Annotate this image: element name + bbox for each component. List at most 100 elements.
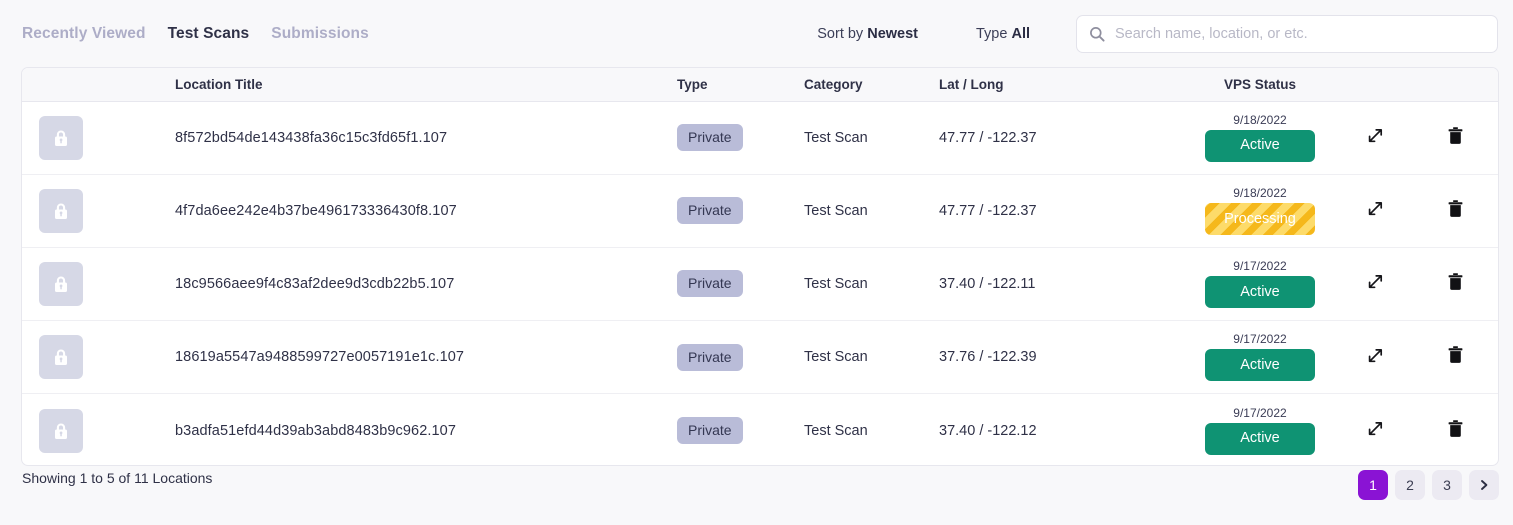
location-thumbnail xyxy=(39,115,83,160)
test-scans-page: Recently Viewed Test Scans Submissions S… xyxy=(0,0,1513,525)
type-filter-control[interactable]: Type All xyxy=(976,26,1030,42)
table-header-row: Location Title Type Category Lat / Long … xyxy=(22,68,1498,102)
row-type-cell: Private xyxy=(671,173,800,248)
trash-icon xyxy=(1448,419,1462,437)
lock-icon xyxy=(55,349,67,366)
table-row[interactable]: b3adfa51efd44d39ab3abd8483b9c962.107 Priv… xyxy=(22,393,1498,465)
row-expand-cell xyxy=(1340,393,1410,465)
type-filter-value: All xyxy=(1011,26,1030,42)
row-category: Test Scan xyxy=(800,173,935,248)
expand-icon xyxy=(1368,202,1382,216)
tab-recently-viewed[interactable]: Recently Viewed xyxy=(22,25,146,43)
row-expand-cell xyxy=(1340,173,1410,248)
tab-submissions[interactable]: Submissions xyxy=(271,25,369,43)
row-vps-cell: 9/18/2022 Active xyxy=(1180,101,1340,174)
row-vps-cell: 9/18/2022 Processing xyxy=(1180,173,1340,248)
row-delete-cell xyxy=(1410,246,1498,321)
location-thumbnail xyxy=(39,335,83,380)
type-badge: Private xyxy=(677,124,743,152)
delete-button[interactable] xyxy=(1446,345,1465,365)
expand-button[interactable] xyxy=(1366,272,1385,291)
chevron-right-icon xyxy=(1481,480,1488,490)
expand-icon xyxy=(1368,422,1382,436)
column-header-vps-status: VPS Status xyxy=(1180,68,1340,102)
trash-icon xyxy=(1448,346,1462,364)
row-category: Test Scan xyxy=(804,129,868,146)
sort-by-control[interactable]: Sort by Newest xyxy=(817,26,918,42)
lock-icon xyxy=(55,276,67,292)
location-thumbnail xyxy=(39,408,83,453)
row-thumbnail-cell xyxy=(22,173,159,248)
lock-icon xyxy=(55,203,67,219)
pagination: 1 2 3 xyxy=(1358,470,1499,500)
vps-status-badge: Active xyxy=(1205,129,1315,162)
row-lat-long: 47.77 / -122.37 xyxy=(939,129,1037,146)
delete-button[interactable] xyxy=(1446,272,1465,292)
vps-status-badge: Active xyxy=(1205,422,1315,455)
lock-icon xyxy=(55,423,67,439)
locations-table: Location Title Type Category Lat / Long … xyxy=(22,68,1498,465)
type-filter-label: Type xyxy=(976,26,1008,42)
location-thumbnail xyxy=(39,188,83,233)
type-badge: Private xyxy=(677,270,743,298)
row-category: Test Scan xyxy=(800,246,935,321)
table-row[interactable]: 18c9566aee9f4c83af2dee9d3cdb22b5.107 Priv… xyxy=(22,246,1498,321)
row-delete-cell xyxy=(1410,173,1498,248)
row-expand-cell xyxy=(1340,320,1410,394)
row-lat-long: 37.40 / -122.12 xyxy=(935,393,1180,465)
expand-button[interactable] xyxy=(1366,126,1385,145)
lock-icon xyxy=(55,130,67,146)
column-header-type: Type xyxy=(671,68,800,102)
row-location-title: 18619a5547a9488599727e0057191e1c.107 xyxy=(159,320,671,394)
delete-button[interactable] xyxy=(1446,126,1465,146)
expand-button[interactable] xyxy=(1366,199,1385,218)
row-thumbnail-cell xyxy=(22,320,159,394)
vps-date: 9/17/2022 xyxy=(1233,332,1287,347)
expand-button[interactable] xyxy=(1366,346,1385,365)
table-header: Location Title Type Category Lat / Long … xyxy=(22,68,1498,102)
locations-table-card: Location Title Type Category Lat / Long … xyxy=(21,67,1499,466)
vps-date: 9/17/2022 xyxy=(1233,258,1287,273)
page-button-2[interactable]: 2 xyxy=(1395,470,1425,500)
column-header-thumbnail xyxy=(22,68,159,102)
delete-button[interactable] xyxy=(1446,199,1465,219)
page-button-3[interactable]: 3 xyxy=(1432,470,1462,500)
row-location-title: 4f7da6ee242e4b37be496173336430f8.107 xyxy=(159,173,671,248)
row-expand-cell xyxy=(1340,101,1410,174)
table-row[interactable]: 8f572bd54de143438fa36c15c3fd65f1.107 Priv… xyxy=(22,101,1498,174)
search-input[interactable] xyxy=(1115,26,1485,42)
trash-icon xyxy=(1448,126,1462,144)
row-lat-long: 37.40 / -122.11 xyxy=(935,246,1180,321)
top-bar: Recently Viewed Test Scans Submissions S… xyxy=(0,0,1513,68)
row-thumbnail-cell xyxy=(22,246,159,321)
row-location-title: b3adfa51efd44d39ab3abd8483b9c962.107 xyxy=(159,393,671,465)
row-type-cell: Private xyxy=(671,246,800,321)
tab-test-scans[interactable]: Test Scans xyxy=(168,25,250,43)
table-row[interactable]: 4f7da6ee242e4b37be496173336430f8.107 Priv… xyxy=(22,173,1498,248)
column-header-lat-long: Lat / Long xyxy=(935,68,1180,102)
row-thumbnail-cell xyxy=(22,393,159,465)
type-badge: Private xyxy=(677,197,743,225)
column-header-category: Category xyxy=(800,68,935,102)
row-vps-cell: 9/17/2022 Active xyxy=(1180,393,1340,465)
sort-by-label: Sort by xyxy=(817,26,864,42)
search-box[interactable] xyxy=(1076,15,1498,53)
expand-icon xyxy=(1368,348,1382,362)
next-page-button[interactable] xyxy=(1469,470,1499,500)
type-badge: Private xyxy=(677,417,743,445)
column-header-expand xyxy=(1340,68,1410,102)
table-body: 8f572bd54de143438fa36c15c3fd65f1.107 Priv… xyxy=(22,101,1498,465)
expand-button[interactable] xyxy=(1366,419,1385,438)
expand-icon xyxy=(1368,129,1382,143)
row-expand-cell xyxy=(1340,246,1410,321)
column-header-delete xyxy=(1410,68,1498,102)
tab-bar: Recently Viewed Test Scans Submissions xyxy=(22,25,369,43)
row-delete-cell xyxy=(1410,393,1498,465)
trash-icon xyxy=(1448,273,1462,290)
vps-date: 9/18/2022 xyxy=(1233,185,1287,200)
table-row[interactable]: 18619a5547a9488599727e0057191e1c.107 Priv… xyxy=(22,320,1498,394)
delete-button[interactable] xyxy=(1446,419,1465,439)
row-location-title: 18c9566aee9f4c83af2dee9d3cdb22b5.107 xyxy=(159,246,671,321)
page-button-1[interactable]: 1 xyxy=(1358,470,1388,500)
vps-status-badge: Processing xyxy=(1205,202,1315,235)
